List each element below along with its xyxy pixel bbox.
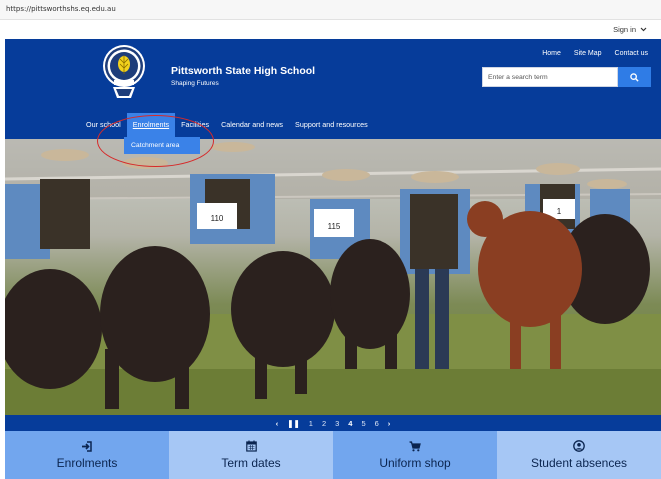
- utility-bar: Sign in: [5, 20, 661, 39]
- hero-photo: 110 115 1: [5, 139, 661, 415]
- top-links: Home Site Map Contact us: [542, 50, 648, 57]
- school-crest-logo[interactable]: [101, 42, 147, 104]
- school-name[interactable]: Pittsworth State High School: [171, 65, 315, 77]
- search-button[interactable]: [618, 67, 651, 87]
- hero-tag-110: 110: [211, 214, 224, 223]
- calendar-icon: [245, 440, 257, 452]
- nav-support-and-resources[interactable]: Support and resources: [289, 113, 374, 137]
- hero-tag-115: 115: [328, 222, 341, 231]
- carousel-controls: ‹ ❚❚ 1 2 3 4 5 6 ›: [5, 415, 661, 431]
- address-url: https://pittsworthshs.eq.edu.au: [6, 5, 116, 13]
- tile-student-absences[interactable]: Student absences: [497, 431, 661, 479]
- carousel-page-3[interactable]: 3: [335, 419, 339, 428]
- carousel-page-6[interactable]: 6: [375, 419, 379, 428]
- sign-in-icon: [82, 440, 92, 452]
- tile-enrolments[interactable]: Enrolments: [5, 431, 169, 479]
- quick-links: Enrolments Term dates Uniform shop Stude…: [5, 431, 661, 479]
- home-link[interactable]: Home: [542, 50, 561, 57]
- nav-calendar-and-news[interactable]: Calendar and news: [215, 113, 289, 137]
- search-icon: [630, 72, 639, 82]
- highlight-annotation: [97, 115, 214, 167]
- sign-in-label: Sign in: [613, 25, 636, 34]
- tile-uniform-shop-label: Uniform shop: [379, 455, 451, 470]
- hero-image: 110 115 1: [5, 139, 661, 415]
- address-bar[interactable]: https://pittsworthshs.eq.edu.au: [0, 0, 661, 20]
- tile-uniform-shop[interactable]: Uniform shop: [333, 431, 497, 479]
- carousel-page-1[interactable]: 1: [309, 419, 313, 428]
- sign-in-menu[interactable]: Sign in: [613, 25, 647, 34]
- tile-term-dates-label: Term dates: [221, 456, 281, 470]
- site-header: Pittsworth State High School Shaping Fut…: [5, 39, 661, 139]
- search-input[interactable]: Enter a search term: [482, 67, 618, 87]
- tile-enrolments-label: Enrolments: [56, 455, 118, 470]
- carousel-next-button[interactable]: ›: [388, 419, 391, 428]
- carousel-page-2[interactable]: 2: [322, 419, 326, 428]
- contact-us-link[interactable]: Contact us: [615, 50, 648, 57]
- carousel-page-4[interactable]: 4: [348, 419, 352, 428]
- carousel-pause-button[interactable]: ❚❚: [287, 419, 300, 428]
- user-circle-icon: [573, 440, 585, 452]
- school-tagline: Shaping Futures: [171, 80, 219, 87]
- carousel-page-5[interactable]: 5: [361, 419, 365, 428]
- site-map-link[interactable]: Site Map: [574, 50, 602, 57]
- chevron-down-icon: [640, 27, 647, 32]
- search-form: Enter a search term: [482, 67, 651, 87]
- tile-student-absences-label: Student absences: [530, 456, 628, 470]
- carousel-prev-button[interactable]: ‹: [276, 419, 279, 428]
- hero-tag-1: 1: [557, 207, 562, 216]
- page: https://pittsworthshs.eq.edu.au Sign in …: [0, 0, 661, 479]
- shopping-cart-icon: [409, 440, 421, 451]
- tile-term-dates[interactable]: Term dates: [169, 431, 333, 479]
